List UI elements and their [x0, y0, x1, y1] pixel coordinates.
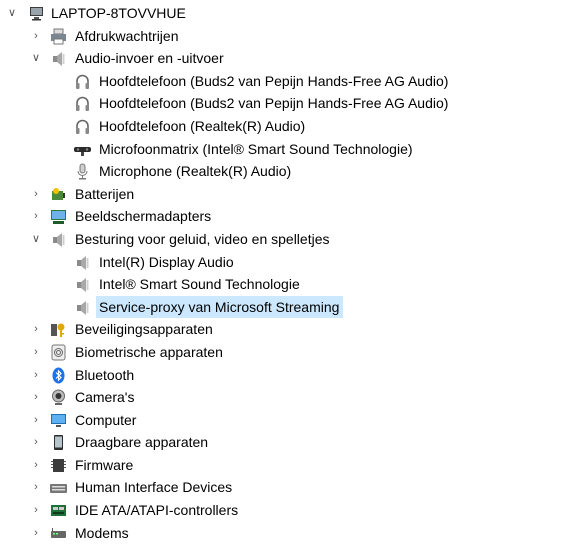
firmware-icon: [50, 457, 67, 474]
tree-item-label: Draagbare apparaten: [75, 434, 209, 451]
tree-item-label: Human Interface Devices: [75, 479, 233, 496]
tree-category[interactable]: ∨ Besturing voor geluid, video en spellet…: [0, 228, 569, 251]
tree-item-label: Afdrukwachtrijen: [75, 27, 179, 44]
tree-category[interactable]: ∨ Audio-invoer en -uitvoer: [0, 47, 569, 70]
tree-device[interactable]: Hoofdtelefoon (Realtek(R) Audio): [0, 115, 569, 138]
tree-item-label: Microfoonmatrix (Intel® Smart Sound Tech…: [99, 140, 413, 157]
security-key-icon: [50, 321, 67, 338]
printer-icon: [50, 28, 67, 45]
chevron-right-icon[interactable]: ›: [30, 183, 42, 205]
headphones-icon: [74, 73, 91, 90]
chevron-right-icon[interactable]: ›: [30, 522, 42, 544]
speaker-icon: [74, 299, 91, 316]
tree-item-label: Microphone (Realtek(R) Audio): [99, 163, 292, 180]
ide-controller-icon: [50, 502, 67, 519]
tree-item-label: Beveiligingsapparaten: [75, 321, 213, 338]
tree-device[interactable]: Hoofdtelefoon (Buds2 van Pepijn Hands-Fr…: [0, 92, 569, 115]
tree-device[interactable]: Service-proxy van Microsoft Streaming: [0, 295, 569, 319]
tree-item-label: Hoofdtelefoon (Buds2 van Pepijn Hands-Fr…: [99, 95, 449, 112]
tree-item-label: Hoofdtelefoon (Buds2 van Pepijn Hands-Fr…: [99, 72, 449, 89]
tree-category[interactable]: › Bluetooth: [0, 364, 569, 387]
chevron-right-icon[interactable]: ›: [30, 476, 42, 498]
chevron-right-icon[interactable]: ›: [30, 25, 42, 47]
camera-icon: [50, 389, 67, 406]
tree-device[interactable]: Intel(R) Display Audio: [0, 251, 569, 274]
tree-item-label: Intel(R) Display Audio: [99, 253, 234, 270]
tree-item-label: Bluetooth: [75, 366, 135, 383]
tree-item-label: Modems: [75, 524, 129, 541]
tree-device[interactable]: Intel® Smart Sound Technologie: [0, 273, 569, 296]
chevron-right-icon[interactable]: ›: [30, 318, 42, 340]
chevron-right-icon[interactable]: ›: [30, 341, 42, 363]
chevron-down-icon[interactable]: ∨: [30, 228, 42, 250]
portable-device-icon: [50, 434, 67, 451]
tree-category[interactable]: › Afdrukwachtrijen: [0, 25, 569, 48]
tree-root[interactable]: ∨ LAPTOP-8TOVVHUE: [0, 2, 569, 25]
tree-category[interactable]: › Firmware: [0, 454, 569, 477]
bluetooth-icon: [50, 367, 67, 384]
tree-item-label: Service-proxy van Microsoft Streaming: [96, 295, 344, 319]
tree-item-label: Biometrische apparaten: [75, 343, 223, 360]
tree-item-label: LAPTOP-8TOVVHUE: [51, 5, 186, 21]
tree-category[interactable]: › Beeldschermadapters: [0, 205, 569, 228]
tree-item-label: Firmware: [75, 456, 134, 473]
tree-item-label: Hoofdtelefoon (Realtek(R) Audio): [99, 117, 306, 134]
tree-category[interactable]: › Computer: [0, 409, 569, 432]
headphones-icon: [74, 118, 91, 135]
battery-icon: [50, 186, 67, 203]
tree-item-label: Computer: [75, 411, 137, 428]
chevron-right-icon[interactable]: ›: [30, 386, 42, 408]
tree-item-label: Batterijen: [75, 185, 135, 202]
keyboard-icon: [50, 479, 67, 496]
tree-category[interactable]: › IDE ATA/ATAPI-controllers: [0, 499, 569, 522]
microphone-icon: [74, 163, 91, 180]
tree-category[interactable]: › Human Interface Devices: [0, 476, 569, 499]
chevron-right-icon[interactable]: ›: [30, 454, 42, 476]
chevron-down-icon[interactable]: ∨: [6, 2, 18, 24]
device-tree[interactable]: ∨ LAPTOP-8TOVVHUE › Afdrukwachtrijen ∨ Audio-…: [0, 2, 569, 544]
speaker-icon: [74, 254, 91, 271]
tree-category[interactable]: › Camera's: [0, 386, 569, 409]
tree-item-label: Intel® Smart Sound Technologie: [99, 276, 300, 293]
speaker-icon: [50, 231, 67, 248]
tree-category[interactable]: › Biometrische apparaten: [0, 341, 569, 364]
tree-item-label: Besturing voor geluid, video en spelletj…: [75, 230, 330, 247]
tree-item-label: Camera's: [75, 389, 135, 406]
tree-category[interactable]: › Draagbare apparaten: [0, 431, 569, 454]
tree-category[interactable]: › Batterijen: [0, 183, 569, 206]
chevron-right-icon[interactable]: ›: [30, 499, 42, 521]
tree-category[interactable]: › Beveiligingsapparaten: [0, 318, 569, 341]
tree-device[interactable]: Microphone (Realtek(R) Audio): [0, 160, 569, 183]
headphones-icon: [74, 95, 91, 112]
chevron-down-icon[interactable]: ∨: [30, 47, 42, 69]
tree-item-label: Beeldschermadapters: [75, 208, 212, 225]
modem-icon: [50, 525, 67, 542]
computer-icon: [28, 5, 45, 22]
tree-item-label: Audio-invoer en -uitvoer: [75, 50, 224, 67]
speaker-icon: [50, 50, 67, 67]
tree-item-label: IDE ATA/ATAPI-controllers: [75, 502, 239, 519]
speaker-icon: [74, 276, 91, 293]
microphone-array-icon: [74, 141, 91, 158]
tree-category[interactable]: › Modems: [0, 522, 569, 545]
display-adapter-icon: [50, 208, 67, 225]
chevron-right-icon[interactable]: ›: [30, 409, 42, 431]
chevron-right-icon[interactable]: ›: [30, 364, 42, 386]
chevron-right-icon[interactable]: ›: [30, 431, 42, 453]
fingerprint-icon: [50, 344, 67, 361]
monitor-icon: [50, 412, 67, 429]
tree-device[interactable]: Hoofdtelefoon (Buds2 van Pepijn Hands-Fr…: [0, 70, 569, 93]
tree-device[interactable]: Microfoonmatrix (Intel® Smart Sound Tech…: [0, 138, 569, 161]
chevron-right-icon[interactable]: ›: [30, 205, 42, 227]
